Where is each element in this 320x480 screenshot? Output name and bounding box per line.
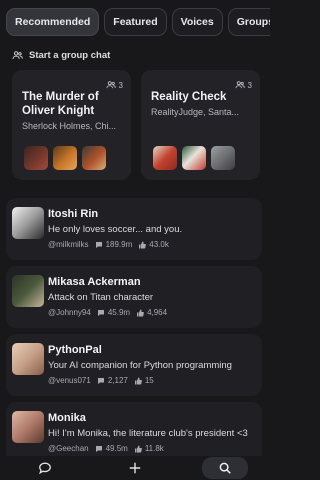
avatar (24, 146, 48, 170)
group-section-label: Start a group chat (29, 50, 111, 61)
character-meta: @milkmilks 189.9m 43.0k (48, 240, 256, 249)
member-count-value: 3 (247, 80, 252, 90)
character-name: Monika (48, 412, 86, 424)
search-nav-button[interactable] (202, 457, 248, 479)
thumbs-up-icon (134, 377, 142, 384)
avatar (12, 411, 44, 443)
avatar (12, 207, 44, 239)
group-members: Sherlock Holmes, Chi... (22, 121, 117, 131)
list-item[interactable]: Itoshi Rin He only loves soccer... and y… (6, 198, 262, 260)
tab-voices[interactable]: Voices (171, 8, 223, 36)
character-name: Mikasa Ackerman (48, 276, 141, 288)
people-icon (235, 81, 245, 89)
chat-count: 2,127 (107, 376, 128, 385)
character-description: Your AI companion for Python programming (48, 360, 232, 371)
chat-bubble-icon (95, 445, 102, 452)
category-tabs: Recommended Featured Voices Groups H (6, 8, 270, 38)
chat-count: 189.9m (105, 240, 133, 249)
people-icon (12, 51, 23, 59)
plus-icon (129, 462, 141, 474)
character-name: Itoshi Rin (48, 208, 99, 220)
tab-featured[interactable]: Featured (104, 8, 167, 36)
avatar (211, 146, 235, 170)
avatar (182, 146, 206, 170)
creator-handle: @Johnny94 (48, 308, 91, 317)
tab-groups[interactable]: Groups (227, 8, 270, 36)
like-count: 15 (144, 376, 154, 385)
group-card[interactable]: 3 The Murder of Oliver Knight Sherlock H… (12, 70, 131, 180)
tab-recommended[interactable]: Recommended (6, 8, 100, 36)
avatar (12, 275, 44, 307)
avatar (53, 146, 77, 170)
start-group-chat-button[interactable]: Start a group chat (12, 50, 110, 61)
member-count-value: 3 (118, 80, 123, 90)
like-count: 43.0k (149, 240, 169, 249)
character-description: He only loves soccer... and you. (48, 224, 183, 235)
chats-nav-button[interactable] (22, 457, 68, 479)
create-nav-button[interactable] (112, 457, 158, 479)
like-count: 11.8k (144, 444, 164, 453)
like-count: 4,964 (147, 308, 168, 317)
list-item[interactable]: PythonPal Your AI companion for Python p… (6, 334, 262, 396)
character-description: Attack on Titan character (48, 292, 154, 303)
chat-count: 45.9m (107, 308, 131, 317)
avatar (82, 146, 106, 170)
list-item[interactable]: Mikasa Ackerman Attack on Titan characte… (6, 266, 262, 328)
character-name: PythonPal (48, 344, 102, 356)
group-title: The Murder of Oliver Knight (22, 91, 99, 117)
chat-bubble-icon (95, 241, 102, 248)
thumbs-up-icon (137, 309, 144, 316)
thumbs-up-icon (134, 445, 142, 452)
group-members: RealityJudge, Santa... (151, 107, 240, 117)
chat-bubble-icon (97, 309, 104, 316)
character-meta: @Geechan 49.5m 11.8k (48, 444, 256, 453)
member-count: 3 (106, 80, 123, 90)
character-list: Itoshi Rin He only loves soccer... and y… (6, 198, 262, 466)
group-card[interactable]: 3 Reality Check RealityJudge, Santa... (141, 70, 260, 180)
search-icon (219, 462, 231, 474)
chat-count: 49.5m (105, 444, 128, 453)
creator-handle: @milkmilks (48, 240, 89, 249)
character-meta: @Johnny94 45.9m 4,964 (48, 308, 256, 317)
chat-icon (39, 462, 51, 475)
chat-bubble-icon (97, 377, 104, 384)
avatar (12, 343, 44, 375)
creator-handle: @venus071 (48, 376, 91, 385)
thumbs-up-icon (139, 241, 147, 248)
group-cards: 3 The Murder of Oliver Knight Sherlock H… (12, 70, 270, 180)
creator-handle: @Geechan (48, 444, 89, 453)
group-title: Reality Check (151, 91, 227, 103)
avatar (153, 146, 177, 170)
bottom-nav (0, 456, 270, 480)
character-meta: @venus071 2,127 15 (48, 376, 256, 385)
member-count: 3 (235, 80, 252, 90)
character-description: Hi! I'm Monika, the literature club's pr… (48, 428, 248, 439)
people-icon (106, 81, 116, 89)
